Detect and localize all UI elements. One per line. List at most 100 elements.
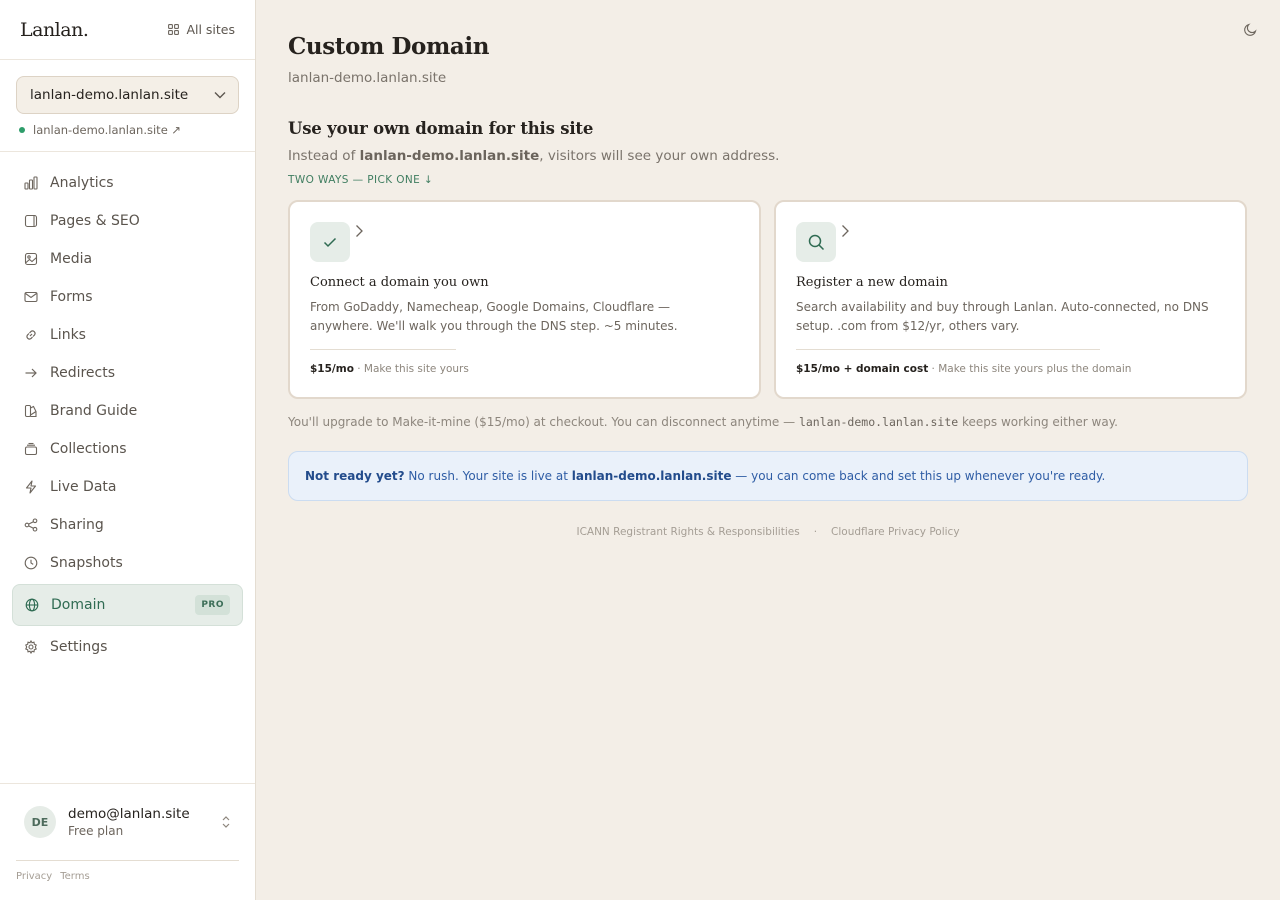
site-live-link[interactable]: lanlan-demo.lanlan.site ↗: [16, 123, 239, 137]
avatar: DE: [24, 806, 56, 838]
user-plan: Free plan: [68, 824, 124, 838]
chevron-up-down-icon: [222, 816, 230, 828]
sidebar-item-redirects[interactable]: Redirects: [12, 354, 243, 392]
site-select[interactable]: lanlan-demo.lanlan.site: [16, 76, 239, 114]
sidebar-item-pages-seo[interactable]: Pages & SEO: [12, 202, 243, 240]
chevron-down-icon: [214, 92, 226, 99]
option-cards: Connect a domain you own From GoDaddy, N…: [288, 200, 1248, 399]
card-price-amount: $15/mo: [310, 363, 354, 375]
pro-badge: PRO: [195, 595, 230, 615]
section-desc-suffix: , visitors will see your own address.: [539, 148, 780, 164]
terms-link[interactable]: Terms: [60, 871, 89, 882]
chevron-right-icon: [356, 225, 363, 237]
bar-chart-icon: [24, 176, 38, 190]
section-description: Instead of lanlan-demo.lanlan.site, visi…: [288, 148, 1248, 164]
image-icon: [24, 252, 38, 266]
not-ready-banner: Not ready yet? No rush. Your site is liv…: [288, 451, 1248, 501]
sidebar-item-label: Live Data: [50, 479, 117, 495]
cloudflare-privacy-link[interactable]: Cloudflare Privacy Policy: [831, 526, 959, 538]
card-price-note: · Make this site yours: [353, 363, 469, 375]
all-sites-button[interactable]: All sites: [168, 22, 235, 37]
check-icon: [323, 237, 337, 247]
all-sites-label: All sites: [186, 22, 235, 37]
sidebar-item-label: Snapshots: [50, 555, 123, 571]
user-block: DE demo@lanlan.site Free plan Privacy Te…: [0, 783, 255, 900]
user-email: demo@lanlan.site: [68, 806, 190, 822]
grid-icon: [168, 24, 180, 35]
legal-links: Privacy Terms: [16, 860, 239, 882]
site-select-value: lanlan-demo.lanlan.site: [30, 87, 189, 103]
footer-links: ICANN Registrant Rights & Responsibiliti…: [288, 526, 1248, 538]
sidebar-item-label: Analytics: [50, 175, 114, 191]
sidebar-item-settings[interactable]: Settings: [12, 628, 243, 666]
card-icon-box: [796, 222, 836, 262]
sidebar-item-label: Forms: [50, 289, 93, 305]
arrow-right-icon: [25, 368, 37, 378]
card-price: $15/mo · Make this site yours: [310, 363, 739, 375]
gear-icon: [25, 640, 37, 654]
account-switcher[interactable]: DE demo@lanlan.site Free plan: [16, 784, 239, 860]
clock-icon: [24, 556, 38, 570]
sidebar-item-label: Links: [50, 327, 86, 343]
user-info: demo@lanlan.site Free plan: [68, 806, 209, 838]
live-status-dot: [19, 127, 25, 133]
brand-row: Lanlan. All sites: [0, 0, 255, 60]
register-domain-card[interactable]: Register a new domain Search availabilit…: [774, 200, 1247, 399]
collection-icon: [24, 442, 38, 456]
upgrade-note-domain: lanlan-demo.lanlan.site: [798, 415, 959, 429]
card-divider: [310, 349, 456, 350]
sidebar-item-label: Brand Guide: [50, 403, 138, 419]
section-desc-domain: lanlan-demo.lanlan.site: [359, 148, 540, 164]
sidebar-item-label: Sharing: [50, 517, 104, 533]
banner-text-2: — you can come back and set this up when…: [731, 469, 1106, 483]
sidebar-nav: Analytics Pages & SEO Media Forms Links …: [0, 152, 255, 666]
sidebar-item-live-data[interactable]: Live Data: [12, 468, 243, 506]
globe-icon: [25, 598, 39, 612]
privacy-link[interactable]: Privacy: [16, 871, 52, 882]
share-icon: [24, 518, 38, 532]
pick-one-label: TWO WAYS — PICK ONE ↓: [288, 174, 434, 186]
sidebar-item-label: Pages & SEO: [50, 213, 140, 229]
icann-link[interactable]: ICANN Registrant Rights & Responsibiliti…: [576, 526, 799, 538]
card-price: $15/mo + domain cost · Make this site yo…: [796, 363, 1225, 375]
card-icon-box: [310, 222, 350, 262]
card-title: Register a new domain: [796, 275, 948, 290]
upgrade-note-suffix: keeps working either way.: [958, 415, 1118, 429]
section-title: Use your own domain for this site: [288, 119, 594, 138]
sidebar-item-snapshots[interactable]: Snapshots: [12, 544, 243, 582]
sidebar-item-label: Media: [50, 251, 93, 267]
mail-icon: [24, 291, 38, 303]
sidebar: Lanlan. All sites lanlan-demo.lanlan.sit…: [0, 0, 256, 900]
sidebar-item-domain[interactable]: Domain PRO: [12, 584, 243, 626]
upgrade-note: You'll upgrade to Make-it-mine ($15/mo) …: [288, 415, 1248, 429]
sidebar-item-forms[interactable]: Forms: [12, 278, 243, 316]
banner-lead: Not ready yet?: [305, 469, 405, 483]
site-block: lanlan-demo.lanlan.site lanlan-demo.lanl…: [0, 60, 255, 152]
palette-icon: [24, 404, 37, 418]
sidebar-item-sharing[interactable]: Sharing: [12, 506, 243, 544]
page-subtitle: lanlan-demo.lanlan.site: [288, 70, 447, 86]
main-content: Custom Domain lanlan-demo.lanlan.site Us…: [288, 0, 1248, 538]
card-description: Search availability and buy through Lanl…: [796, 300, 1209, 333]
sidebar-item-analytics[interactable]: Analytics: [12, 164, 243, 202]
sidebar-item-brand-guide[interactable]: Brand Guide: [12, 392, 243, 430]
connect-domain-card[interactable]: Connect a domain you own From GoDaddy, N…: [288, 200, 761, 399]
sidebar-item-label: Settings: [50, 639, 108, 655]
banner-domain-link[interactable]: lanlan-demo.lanlan.site: [572, 469, 732, 483]
link-icon: [26, 330, 36, 340]
card-price-note: · Make this site yours plus the domain: [928, 363, 1132, 375]
section-desc-prefix: Instead of: [288, 148, 360, 164]
card-divider: [796, 349, 1100, 350]
search-icon: [808, 234, 824, 250]
logo[interactable]: Lanlan.: [20, 19, 89, 41]
card-description: From GoDaddy, Namecheap, Google Domains,…: [310, 300, 678, 333]
card-price-amount: $15/mo + domain cost: [796, 363, 929, 375]
card-title: Connect a domain you own: [310, 275, 489, 290]
sidebar-item-media[interactable]: Media: [12, 240, 243, 278]
sidebar-item-label: Redirects: [50, 365, 116, 381]
upgrade-note-prefix: You'll upgrade to Make-it-mine ($15/mo) …: [288, 415, 799, 429]
sidebar-item-label: Collections: [50, 441, 127, 457]
sidebar-item-collections[interactable]: Collections: [12, 430, 243, 468]
sidebar-item-label: Domain: [51, 597, 106, 613]
sidebar-item-links[interactable]: Links: [12, 316, 243, 354]
